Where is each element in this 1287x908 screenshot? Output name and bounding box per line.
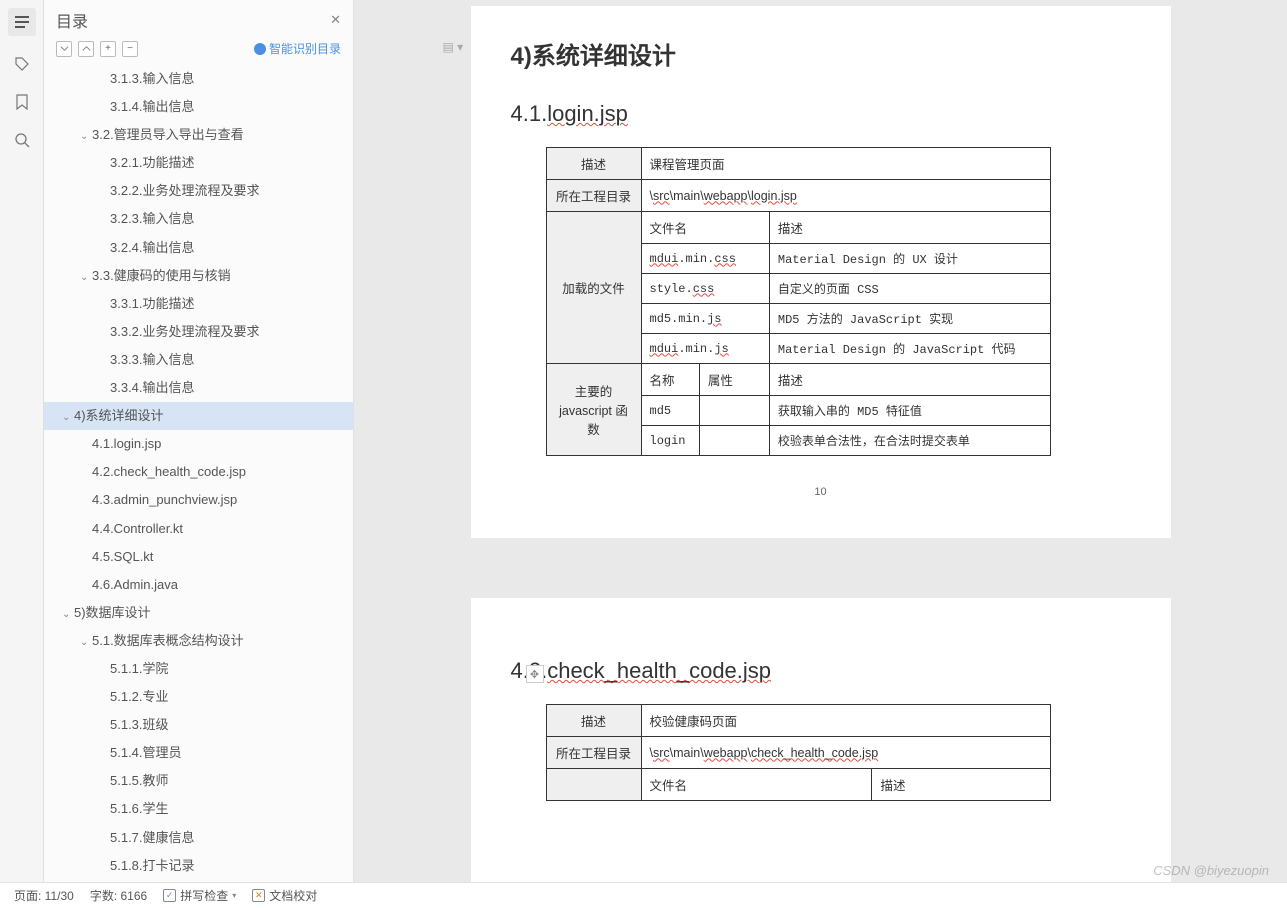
page-indicator-icon[interactable]: ▤ ▾ — [443, 40, 464, 54]
toc-item[interactable]: 5.1.7.健康信息 — [44, 824, 353, 852]
toc-item[interactable]: 3.2.4.输出信息 — [44, 234, 353, 262]
toc-item-label: 4.1.login.jsp — [92, 436, 161, 451]
smart-toc-link[interactable]: 智能识别目录 — [254, 40, 341, 57]
toc-item-label: 3.2.3.输入信息 — [110, 211, 195, 226]
toc-item[interactable]: 4.6.Admin.java — [44, 571, 353, 599]
toc-item-label: 3.2.1.功能描述 — [110, 155, 195, 170]
toc-item-label: 3.3.4.输出信息 — [110, 380, 195, 395]
toc-item-label: 3.2.4.输出信息 — [110, 240, 195, 255]
toc-item[interactable]: ⌄3.2.管理员导入导出与查看 — [44, 121, 353, 149]
chevron-down-icon: ⌄ — [62, 606, 72, 623]
toc-item[interactable]: 5.1.4.管理员 — [44, 739, 353, 767]
toc-item[interactable]: 3.3.2.业务处理流程及要求 — [44, 318, 353, 346]
toc-item-label: 3.1.4.输出信息 — [110, 99, 195, 114]
toc-item-label: 3.3.2.业务处理流程及要求 — [110, 324, 260, 339]
toc-item[interactable]: 3.2.1.功能描述 — [44, 149, 353, 177]
chevron-down-icon: ⌄ — [80, 128, 90, 145]
toc-item[interactable]: 5.1.2.专业 — [44, 683, 353, 711]
page-number: 10 — [471, 486, 1171, 498]
status-spellcheck[interactable]: ✓拼写检查▾ — [163, 887, 236, 904]
status-bar: 页面: 11/30 字数: 6166 ✓拼写检查▾ ✕文档校对 — [0, 882, 1287, 908]
toc-item-label: 5.1.3.班级 — [110, 717, 169, 732]
watermark: CSDN @biyezuopin — [1153, 863, 1269, 878]
toc-item[interactable]: ⌄5)数据库设计 — [44, 599, 353, 627]
bookmark-icon[interactable] — [12, 92, 32, 112]
toc-item[interactable]: 3.1.4.输出信息 — [44, 93, 353, 121]
expand-all-button[interactable]: + — [100, 41, 116, 57]
collapse-level-button[interactable] — [56, 41, 72, 57]
toc-item[interactable]: ⌄5.1.数据库表概念结构设计 — [44, 627, 353, 655]
document-page: 4.2.check_health_code.jsp ✥ 描述校验健康码页面 所在… — [471, 598, 1171, 898]
toc-item-label: 5)数据库设计 — [74, 605, 151, 620]
toc-item-label: 4.2.check_health_code.jsp — [92, 464, 246, 479]
toc-item[interactable]: 3.3.3.输入信息 — [44, 346, 353, 374]
toc-item-label: 5.1.数据库表概念结构设计 — [92, 633, 244, 648]
toc-item-label: 5.1.6.学生 — [110, 801, 169, 816]
toc-item-label: 3.3.3.输入信息 — [110, 352, 195, 367]
toc-item[interactable]: 4.1.login.jsp — [44, 430, 353, 458]
toc-item-label: 3.1.3.输入信息 — [110, 71, 195, 86]
toc-item-label: 4)系统详细设计 — [74, 408, 164, 423]
toc-item[interactable]: 3.2.3.输入信息 — [44, 205, 353, 233]
toc-item-label: 4.3.admin_punchview.jsp — [92, 492, 237, 507]
toc-item-label: 3.2.管理员导入导出与查看 — [92, 127, 244, 142]
outline-icon[interactable] — [8, 8, 36, 36]
search-icon[interactable] — [12, 130, 32, 150]
toc-item[interactable]: 5.1.6.学生 — [44, 795, 353, 823]
table-login: 描述课程管理页面 所在工程目录\src\main\webapp\login.js… — [546, 147, 1051, 456]
toc-item-label: 4.4.Controller.kt — [92, 521, 183, 536]
status-page[interactable]: 页面: 11/30 — [14, 887, 74, 904]
toc-item[interactable]: 3.2.2.业务处理流程及要求 — [44, 177, 353, 205]
tag-icon[interactable] — [12, 54, 32, 74]
close-icon[interactable]: ✕ — [330, 12, 341, 28]
toc-item-label: 3.2.2.业务处理流程及要求 — [110, 183, 260, 198]
status-proofread[interactable]: ✕文档校对 — [252, 887, 317, 904]
toc-item[interactable]: 4.2.check_health_code.jsp — [44, 458, 353, 486]
toc-item[interactable]: 5.1.1.学院 — [44, 655, 353, 683]
collapse-all-button[interactable]: − — [122, 41, 138, 57]
toc-item-label: 4.5.SQL.kt — [92, 549, 153, 564]
toc-item-label: 5.1.5.教师 — [110, 773, 169, 788]
toc-item-label: 5.1.4.管理员 — [110, 745, 182, 760]
toc-sidebar: 目录 ✕ + − 智能识别目录 3.1.3.输入信息3.1.4.输出信息⌄3.2… — [44, 0, 354, 908]
toc-item[interactable]: 4.3.admin_punchview.jsp — [44, 486, 353, 514]
toc-item[interactable]: ⌄3.3.健康码的使用与核销 — [44, 262, 353, 290]
chevron-down-icon: ⌄ — [62, 409, 72, 426]
toc-item-label: 3.3.1.功能描述 — [110, 296, 195, 311]
toc-item-label: 4.6.Admin.java — [92, 577, 178, 592]
toc-item-label: 5.1.8.打卡记录 — [110, 858, 195, 873]
expand-level-button[interactable] — [78, 41, 94, 57]
toc-item[interactable]: 5.1.5.教师 — [44, 767, 353, 795]
heading-1: 4)系统详细设计 — [511, 36, 1171, 71]
chevron-down-icon: ⌄ — [80, 269, 90, 286]
table-check-health: 描述校验健康码页面 所在工程目录\src\main\webapp\check_h… — [546, 704, 1051, 801]
document-viewport[interactable]: ▤ ▾ 4)系统详细设计 4.1.login.jsp 描述课程管理页面 所在工程… — [354, 0, 1287, 908]
heading-2: 4.2.check_health_code.jsp — [511, 658, 1171, 684]
chevron-down-icon: ⌄ — [80, 634, 90, 651]
toc-item-label: 5.1.1.学院 — [110, 661, 169, 676]
toc-item-label: 5.1.7.健康信息 — [110, 830, 195, 845]
toc-item[interactable]: 3.1.3.输入信息 — [44, 65, 353, 93]
toc-item[interactable]: 4.4.Controller.kt — [44, 515, 353, 543]
toc-item-label: 5.1.2.专业 — [110, 689, 169, 704]
move-handle-icon[interactable]: ✥ — [526, 665, 544, 683]
document-page: ▤ ▾ 4)系统详细设计 4.1.login.jsp 描述课程管理页面 所在工程… — [471, 6, 1171, 538]
status-wordcount[interactable]: 字数: 6166 — [90, 887, 147, 904]
left-icon-rail — [0, 0, 44, 908]
toc-title: 目录 — [56, 8, 88, 32]
toc-item[interactable]: 4.5.SQL.kt — [44, 543, 353, 571]
toc-list[interactable]: 3.1.3.输入信息3.1.4.输出信息⌄3.2.管理员导入导出与查看3.2.1… — [44, 65, 353, 908]
toc-item[interactable]: 3.3.4.输出信息 — [44, 374, 353, 402]
toc-item-label: 3.3.健康码的使用与核销 — [92, 268, 231, 283]
toc-item[interactable]: 3.3.1.功能描述 — [44, 290, 353, 318]
toc-item[interactable]: 5.1.8.打卡记录 — [44, 852, 353, 880]
toc-item[interactable]: ⌄4)系统详细设计 — [44, 402, 353, 430]
heading-2: 4.1.login.jsp — [511, 101, 1171, 127]
toc-item[interactable]: 5.1.3.班级 — [44, 711, 353, 739]
